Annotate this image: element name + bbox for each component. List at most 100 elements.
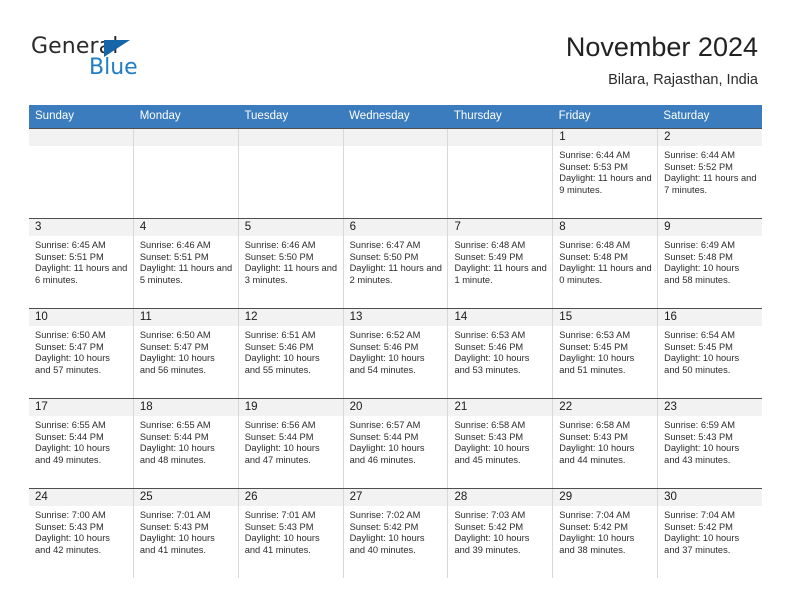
day-number: 5 xyxy=(238,219,343,236)
sunrise-text: Sunrise: 7:03 AM xyxy=(454,510,526,520)
day-number: 3 xyxy=(29,219,133,236)
daylight-text: Daylight: 10 hours and 42 minutes. xyxy=(35,533,110,555)
brand-logo[interactable]: General Blue xyxy=(31,36,261,86)
day-number: 25 xyxy=(133,489,238,506)
day-number: 29 xyxy=(553,489,658,506)
weekday-header-monday: Monday xyxy=(139,110,181,122)
daylight-text: Daylight: 10 hours and 40 minutes. xyxy=(349,533,425,555)
calendar-day-cell[interactable]: 24 Sunrise: 7:00 AM Sunset: 5:43 PM Dayligh… xyxy=(29,489,134,578)
calendar-day-cell-empty xyxy=(133,129,239,218)
calendar-day-cell[interactable]: 26 Sunrise: 7:01 AM Sunset: 5:43 PM Dayligh… xyxy=(238,489,344,578)
sunset-text: Sunset: 5:47 PM xyxy=(35,341,104,352)
calendar-day-cell[interactable]: 6 Sunrise: 6:47 AM Sunset: 5:50 PM Daylight… xyxy=(343,219,449,308)
sunset-text: Sunset: 5:43 PM xyxy=(244,521,314,532)
daylight-text: Daylight: 11 hours and 5 minutes. xyxy=(139,263,233,285)
sunrise-text: Sunrise: 6:58 AM xyxy=(454,420,526,430)
daylight-text: Daylight: 10 hours and 43 minutes. xyxy=(664,443,740,465)
day-number: 10 xyxy=(29,309,133,326)
calendar-day-cell[interactable]: 17 Sunrise: 6:55 AM Sunset: 5:44 PM Dayligh… xyxy=(29,399,134,488)
calendar-day-cell[interactable]: 15 Sunrise: 6:53 AM Sunset: 5:45 PM Dayligh… xyxy=(553,309,659,398)
day-details: Sunrise: 7:01 AM Sunset: 5:43 PM Daylight:… xyxy=(239,506,343,560)
weekday-header-row: Sunday Monday Tuesday Wednesday Thursday Frid… xyxy=(29,105,762,128)
calendar-day-cell[interactable]: 5 Sunrise: 6:46 AM Sunset: 5:50 PM Daylight… xyxy=(238,219,344,308)
day-details: Sunrise: 6:46 AM Sunset: 5:50 PM Daylight:… xyxy=(239,236,343,290)
sunset-text: Sunset: 5:46 PM xyxy=(349,341,419,352)
calendar-day-cell[interactable]: 28 Sunrise: 7:03 AM Sunset: 5:42 PM Dayligh… xyxy=(448,489,554,578)
calendar-day-cell[interactable]: 12 Sunrise: 6:51 AM Sunset: 5:46 PM Dayligh… xyxy=(238,309,344,398)
calendar-weeks: 1 Sunrise: 6:44 AM Sunset: 5:53 PM Daylight… xyxy=(29,128,763,578)
day-details: Sunrise: 6:57 AM Sunset: 5:44 PM Daylight:… xyxy=(344,416,448,470)
day-details xyxy=(29,146,133,212)
weekday-header-wednesday: Wednesday xyxy=(349,110,410,122)
sunset-text: Sunset: 5:50 PM xyxy=(349,251,419,262)
day-number: 19 xyxy=(238,399,343,416)
day-details: Sunrise: 6:59 AM Sunset: 5:43 PM Daylight:… xyxy=(658,416,762,470)
daylight-text: Daylight: 10 hours and 53 minutes. xyxy=(454,353,530,375)
sunrise-text: Sunrise: 7:04 AM xyxy=(664,510,735,520)
calendar-day-cell[interactable]: 14 Sunrise: 6:53 AM Sunset: 5:46 PM Dayligh… xyxy=(448,309,554,398)
calendar-day-cell[interactable]: 2 Sunrise: 6:44 AM Sunset: 5:52 PM Daylight… xyxy=(658,129,763,218)
calendar-day-cell[interactable]: 19 Sunrise: 6:56 AM Sunset: 5:44 PM Dayligh… xyxy=(238,399,344,488)
daylight-text: Daylight: 11 hours and 0 minutes. xyxy=(559,263,652,285)
daylight-text: Daylight: 10 hours and 55 minutes. xyxy=(244,353,320,375)
calendar-day-cell[interactable]: 4 Sunrise: 6:46 AM Sunset: 5:51 PM Daylight… xyxy=(133,219,239,308)
calendar-day-cell-empty xyxy=(238,129,344,218)
day-details: Sunrise: 7:00 AM Sunset: 5:43 PM Daylight:… xyxy=(29,506,133,560)
day-details: Sunrise: 6:52 AM Sunset: 5:46 PM Daylight:… xyxy=(344,326,448,380)
calendar-day-cell[interactable]: 21 Sunrise: 6:58 AM Sunset: 5:43 PM Dayligh… xyxy=(448,399,554,488)
calendar-day-cell[interactable]: 8 Sunrise: 6:48 AM Sunset: 5:48 PM Daylight… xyxy=(553,219,659,308)
calendar-day-cell[interactable]: 10 Sunrise: 6:50 AM Sunset: 5:47 PM Dayligh… xyxy=(29,309,134,398)
calendar-day-cell[interactable]: 11 Sunrise: 6:50 AM Sunset: 5:47 PM Dayligh… xyxy=(133,309,239,398)
calendar-day-cell[interactable]: 18 Sunrise: 6:55 AM Sunset: 5:44 PM Dayligh… xyxy=(133,399,239,488)
day-details: Sunrise: 6:44 AM Sunset: 5:52 PM Daylight:… xyxy=(658,146,762,200)
calendar-day-cell[interactable]: 22 Sunrise: 6:58 AM Sunset: 5:43 PM Dayligh… xyxy=(553,399,659,488)
sunset-text: Sunset: 5:51 PM xyxy=(139,251,209,262)
day-number: 13 xyxy=(343,309,448,326)
day-number: 27 xyxy=(343,489,448,506)
day-details: Sunrise: 6:48 AM Sunset: 5:48 PM Daylight:… xyxy=(553,236,657,290)
day-number xyxy=(29,129,133,146)
sunrise-text: Sunrise: 7:01 AM xyxy=(139,510,211,520)
day-number: 20 xyxy=(343,399,448,416)
daylight-text: Daylight: 10 hours and 54 minutes. xyxy=(349,353,425,375)
day-number: 12 xyxy=(238,309,343,326)
day-number: 24 xyxy=(29,489,133,506)
calendar-day-cell[interactable]: 25 Sunrise: 7:01 AM Sunset: 5:43 PM Dayligh… xyxy=(133,489,239,578)
daylight-text: Daylight: 10 hours and 41 minutes. xyxy=(244,533,320,555)
calendar-day-cell[interactable]: 13 Sunrise: 6:52 AM Sunset: 5:46 PM Dayligh… xyxy=(343,309,449,398)
sunset-text: Sunset: 5:48 PM xyxy=(559,251,629,262)
day-details: Sunrise: 6:58 AM Sunset: 5:43 PM Daylight:… xyxy=(448,416,552,470)
sunset-text: Sunset: 5:42 PM xyxy=(664,521,733,532)
calendar-day-cell[interactable]: 7 Sunrise: 6:48 AM Sunset: 5:49 PM Daylight… xyxy=(448,219,554,308)
calendar-day-cell[interactable]: 1 Sunrise: 6:44 AM Sunset: 5:53 PM Daylight… xyxy=(553,129,659,218)
page-title: November 2024 xyxy=(565,32,758,62)
calendar-page: General Blue November 2024 Bilara, Rajas… xyxy=(0,0,792,612)
day-number: 15 xyxy=(553,309,658,326)
sunrise-text: Sunrise: 6:56 AM xyxy=(244,420,316,430)
daylight-text: Daylight: 10 hours and 58 minutes. xyxy=(664,263,740,285)
calendar-day-cell[interactable]: 16 Sunrise: 6:54 AM Sunset: 5:45 PM Dayligh… xyxy=(658,309,763,398)
brand-name-blue: Blue xyxy=(89,55,138,80)
calendar-day-cell[interactable]: 30 Sunrise: 7:04 AM Sunset: 5:42 PM Dayligh… xyxy=(658,489,763,578)
sunset-text: Sunset: 5:44 PM xyxy=(349,431,419,442)
sunrise-text: Sunrise: 6:48 AM xyxy=(559,240,631,250)
day-details: Sunrise: 6:45 AM Sunset: 5:51 PM Daylight:… xyxy=(29,236,133,290)
calendar-day-cell[interactable]: 20 Sunrise: 6:57 AM Sunset: 5:44 PM Dayligh… xyxy=(343,399,449,488)
day-details: Sunrise: 6:51 AM Sunset: 5:46 PM Daylight:… xyxy=(239,326,343,380)
calendar-day-cell[interactable]: 27 Sunrise: 7:02 AM Sunset: 5:42 PM Dayligh… xyxy=(343,489,449,578)
daylight-text: Daylight: 11 hours and 6 minutes. xyxy=(35,263,128,285)
calendar-day-cell-empty xyxy=(343,129,449,218)
calendar-day-cell[interactable]: 23 Sunrise: 6:59 AM Sunset: 5:43 PM Dayligh… xyxy=(658,399,763,488)
sunset-text: Sunset: 5:51 PM xyxy=(35,251,104,262)
day-number: 14 xyxy=(448,309,553,326)
sunrise-text: Sunrise: 6:55 AM xyxy=(35,420,106,430)
calendar-day-cell[interactable]: 3 Sunrise: 6:45 AM Sunset: 5:51 PM Daylight… xyxy=(29,219,134,308)
sunset-text: Sunset: 5:46 PM xyxy=(454,341,524,352)
calendar-day-cell[interactable]: 29 Sunrise: 7:04 AM Sunset: 5:42 PM Dayligh… xyxy=(553,489,659,578)
calendar-day-cell[interactable]: 9 Sunrise: 6:49 AM Sunset: 5:48 PM Daylight… xyxy=(658,219,763,308)
weekday-header-friday: Friday xyxy=(558,110,591,122)
sunrise-text: Sunrise: 6:51 AM xyxy=(244,330,316,340)
sunrise-text: Sunrise: 6:50 AM xyxy=(35,330,106,340)
day-details: Sunrise: 6:48 AM Sunset: 5:49 PM Daylight:… xyxy=(448,236,552,290)
day-number xyxy=(238,129,343,146)
